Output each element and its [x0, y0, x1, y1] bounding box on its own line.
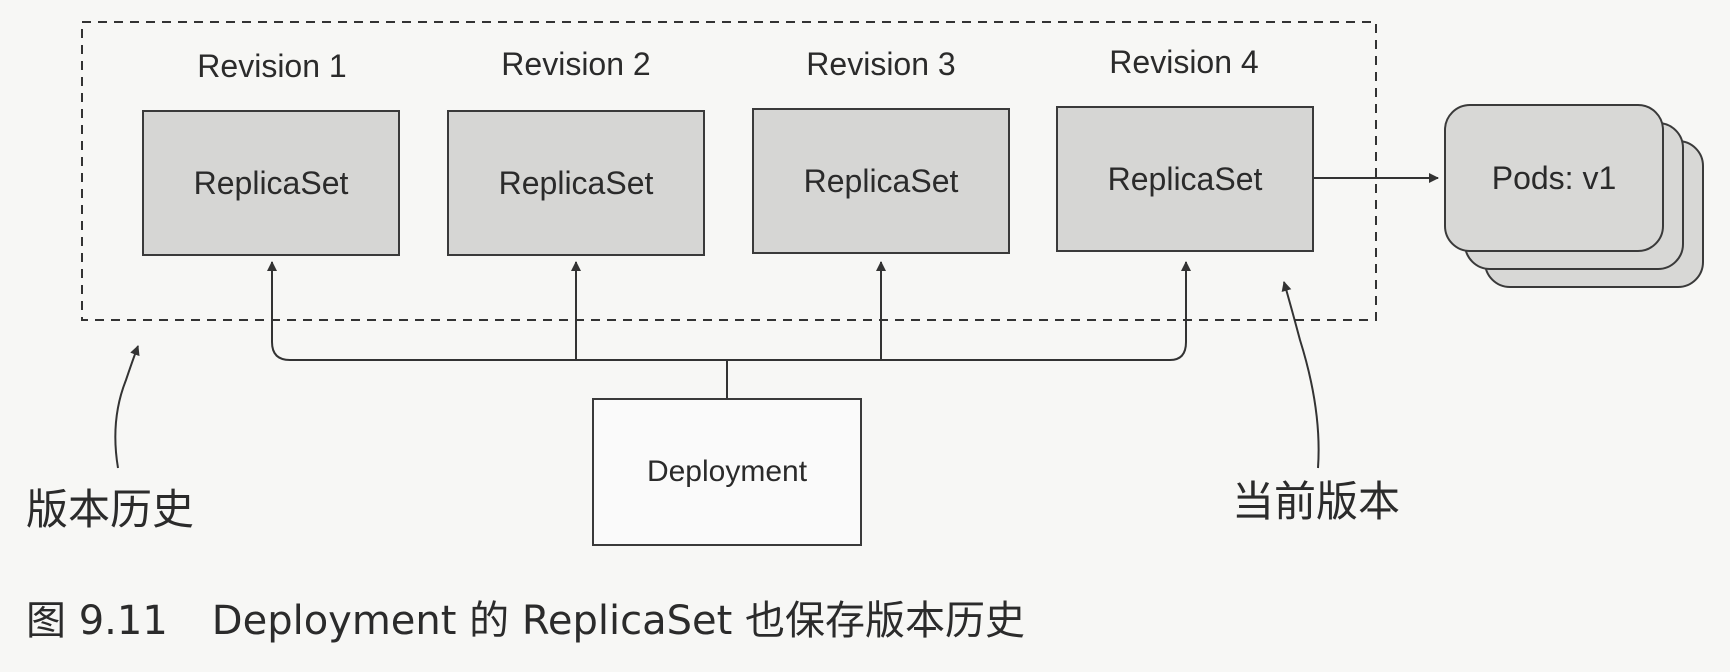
- diagram: Revision 1 Revision 2 Revision 3 Revisio…: [0, 0, 1730, 672]
- replicaset-label: ReplicaSet: [193, 164, 349, 201]
- replicaset-label: ReplicaSet: [803, 162, 959, 199]
- pods-card-front: Pods: v1: [1444, 104, 1664, 252]
- replicaset-box-current: ReplicaSet: [1056, 106, 1314, 252]
- revision-history-label: 版本历史: [26, 485, 195, 534]
- revision-label: Revision 1: [197, 48, 347, 84]
- deployment-connector: [271, 268, 1187, 398]
- figure-number: 图 9.11: [26, 598, 168, 644]
- revision-label: Revision 2: [501, 46, 651, 82]
- replicaset-label: ReplicaSet: [498, 164, 654, 201]
- deployment-box: Deployment: [592, 398, 862, 546]
- current-revision-label: 当前版本: [1232, 477, 1401, 526]
- revision-label: Revision 3: [806, 46, 956, 82]
- history-callout-line: [114, 345, 140, 469]
- current-callout-line: [1281, 281, 1320, 469]
- replicaset-box: ReplicaSet: [447, 110, 705, 256]
- pods-label: Pods: v1: [1491, 159, 1617, 196]
- revision-label: Revision 4: [1109, 44, 1259, 80]
- figure-caption: 图 9.11 Deployment 的 ReplicaSet 也保存版本历史: [26, 588, 1025, 646]
- figure-caption-text: Deployment 的 ReplicaSet 也保存版本历史: [211, 598, 1026, 644]
- replicaset-label: ReplicaSet: [1107, 160, 1263, 197]
- replicaset-box: ReplicaSet: [142, 110, 400, 256]
- deployment-label: Deployment: [646, 455, 808, 488]
- replicaset-box: ReplicaSet: [752, 108, 1010, 254]
- diagram-lines: [81, 21, 1439, 469]
